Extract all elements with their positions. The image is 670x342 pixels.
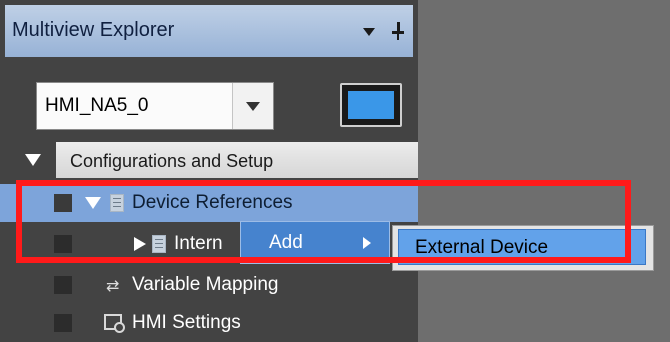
tree-node-internal-device-label: Intern [174,233,223,254]
node-checkbox[interactable] [54,194,72,212]
menu-item-external-device-label: External Device [415,237,549,258]
document-icon [152,235,166,253]
expand-device-references-icon[interactable] [85,197,101,209]
monitor-icon[interactable] [340,83,402,127]
collapse-arrow-icon[interactable] [134,237,146,251]
variable-mapping-icon: ⇄ [106,278,120,295]
document-icon [110,194,124,212]
context-menu-add[interactable]: Add [240,221,390,264]
device-select[interactable]: HMI_NA5_0 [36,82,274,130]
explorer-title: Multiview Explorer [12,19,175,41]
pin-icon[interactable] [392,22,404,40]
submenu-arrow-icon [363,237,371,249]
hmi-settings-icon [104,314,125,333]
submenu: External Device [392,225,654,271]
tree-node-variable-mapping[interactable]: ⇄ Variable Mapping [0,266,418,304]
dropdown-arrow-icon[interactable] [232,83,273,129]
tree-node-hmi-settings-label: HMI Settings [132,312,241,333]
context-menu-add-label: Add [269,232,303,253]
tree-node-device-references-label: Device References [132,192,293,213]
tree-node-variable-mapping-label: Variable Mapping [132,274,279,295]
tree-node-device-references[interactable]: Device References [0,184,418,222]
explorer-header: Multiview Explorer [5,5,413,57]
expand-configurations-icon[interactable] [25,154,41,166]
multiview-explorer-panel: Multiview Explorer HMI_NA5_0 Configurati… [0,0,418,342]
tree-node-configurations-label: Configurations and Setup [70,151,274,171]
tree-node-configurations[interactable]: Configurations and Setup [56,142,418,178]
device-select-value: HMI_NA5_0 [45,95,149,116]
tree-node-hmi-settings[interactable]: HMI Settings [0,304,418,342]
node-checkbox[interactable] [54,235,72,253]
node-checkbox[interactable] [54,314,72,332]
pane-menu-arrow-icon[interactable] [363,28,375,36]
node-checkbox[interactable] [54,276,72,294]
menu-item-external-device[interactable]: External Device [398,229,646,265]
